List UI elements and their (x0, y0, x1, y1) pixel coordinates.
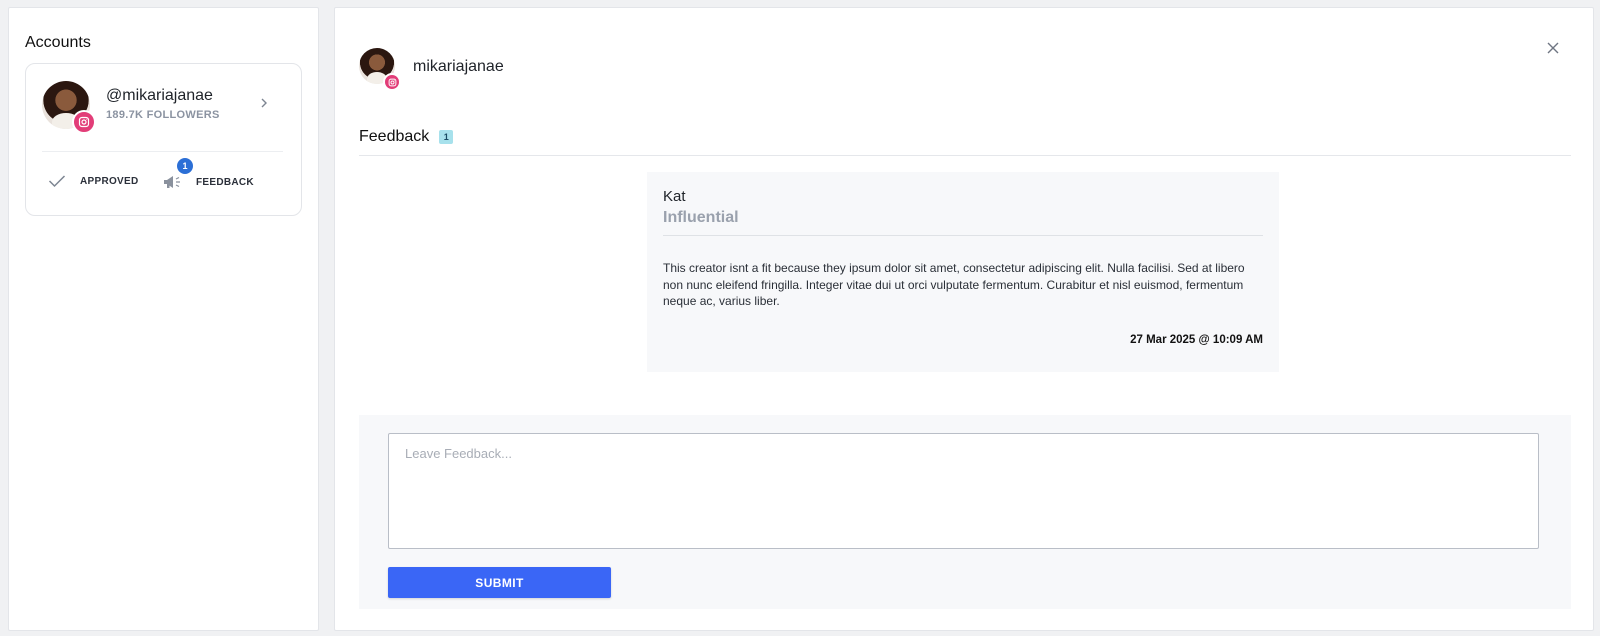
card-divider (42, 151, 283, 152)
submit-button[interactable]: SUBMIT (388, 567, 611, 598)
instagram-icon (383, 73, 401, 91)
feedback-divider (663, 235, 1263, 236)
feedback-heading: Feedback 1 (359, 128, 454, 146)
status-feedback[interactable]: FEEDBACK (162, 174, 254, 190)
follower-count: 189.7K FOLLOWERS (106, 109, 220, 121)
feedback-input[interactable] (388, 433, 1539, 549)
feedback-timestamp: 27 Mar 2025 @ 10:09 AM (1130, 334, 1263, 346)
feedback-title: Feedback (359, 128, 430, 145)
check-icon (48, 175, 66, 188)
app-root: Accounts @mikariajanae 189.7K FOLLOWERS (0, 0, 1600, 636)
accounts-title: Accounts (25, 34, 91, 51)
feedback-count-badge: 1 (177, 158, 193, 174)
accounts-panel: Accounts @mikariajanae 189.7K FOLLOWERS (8, 7, 319, 631)
account-card[interactable]: @mikariajanae 189.7K FOLLOWERS APPROVED … (25, 63, 302, 216)
chevron-right-icon[interactable] (258, 97, 270, 109)
status-approved[interactable]: APPROVED (48, 174, 139, 188)
feedback-detail-panel: mikariajanae Feedback 1 Kat Influential … (334, 7, 1594, 631)
account-handle: @mikariajanae (106, 87, 213, 104)
megaphone-icon (164, 176, 180, 188)
status-feedback-label: FEEDBACK (196, 176, 254, 188)
feedback-count-pill: 1 (439, 130, 454, 144)
close-icon[interactable] (1545, 40, 1561, 56)
instagram-icon (72, 110, 96, 134)
header-username: mikariajanae (413, 58, 504, 75)
feedback-organization: Influential (663, 209, 739, 226)
header-user: mikariajanae (359, 48, 659, 96)
feedback-entry: Kat Influential This creator isnt a fit … (647, 172, 1279, 372)
feedback-compose: SUBMIT (359, 415, 1571, 609)
feedback-author: Kat (663, 188, 686, 205)
section-divider (359, 155, 1571, 156)
feedback-body: This creator isnt a fit because they ips… (663, 261, 1245, 308)
status-approved-label: APPROVED (80, 175, 139, 187)
